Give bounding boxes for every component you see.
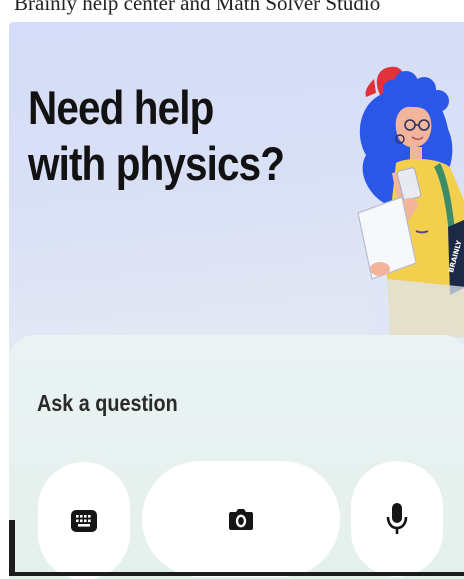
device-frame-edge xyxy=(9,520,15,576)
hero-headline: Need help with physics? xyxy=(28,80,285,192)
keyboard-input-button[interactable] xyxy=(38,462,130,579)
microphone-input-button[interactable] xyxy=(351,461,443,577)
top-cropped-caption-text: Brainly help center and Math Solver Stud… xyxy=(14,0,381,15)
app-screen: Need help with physics? BRAINLY Ask a qu… xyxy=(9,22,464,579)
keyboard-icon xyxy=(71,510,97,532)
device-frame-bottom xyxy=(9,572,464,576)
student-illustration: BRAINLY xyxy=(357,66,464,337)
camera-input-button[interactable] xyxy=(142,461,340,577)
ask-question-label: Ask a question xyxy=(37,390,178,416)
microphone-icon xyxy=(386,503,408,534)
camera-icon xyxy=(229,509,253,530)
top-cropped-caption: Brainly help center and Math Solver Stud… xyxy=(0,0,464,22)
left-margin xyxy=(0,22,9,579)
hero-headline-line-2: with physics? xyxy=(28,137,285,190)
ask-question-panel: Ask a question xyxy=(9,335,464,579)
hero-headline-line-1: Need help xyxy=(28,81,214,134)
